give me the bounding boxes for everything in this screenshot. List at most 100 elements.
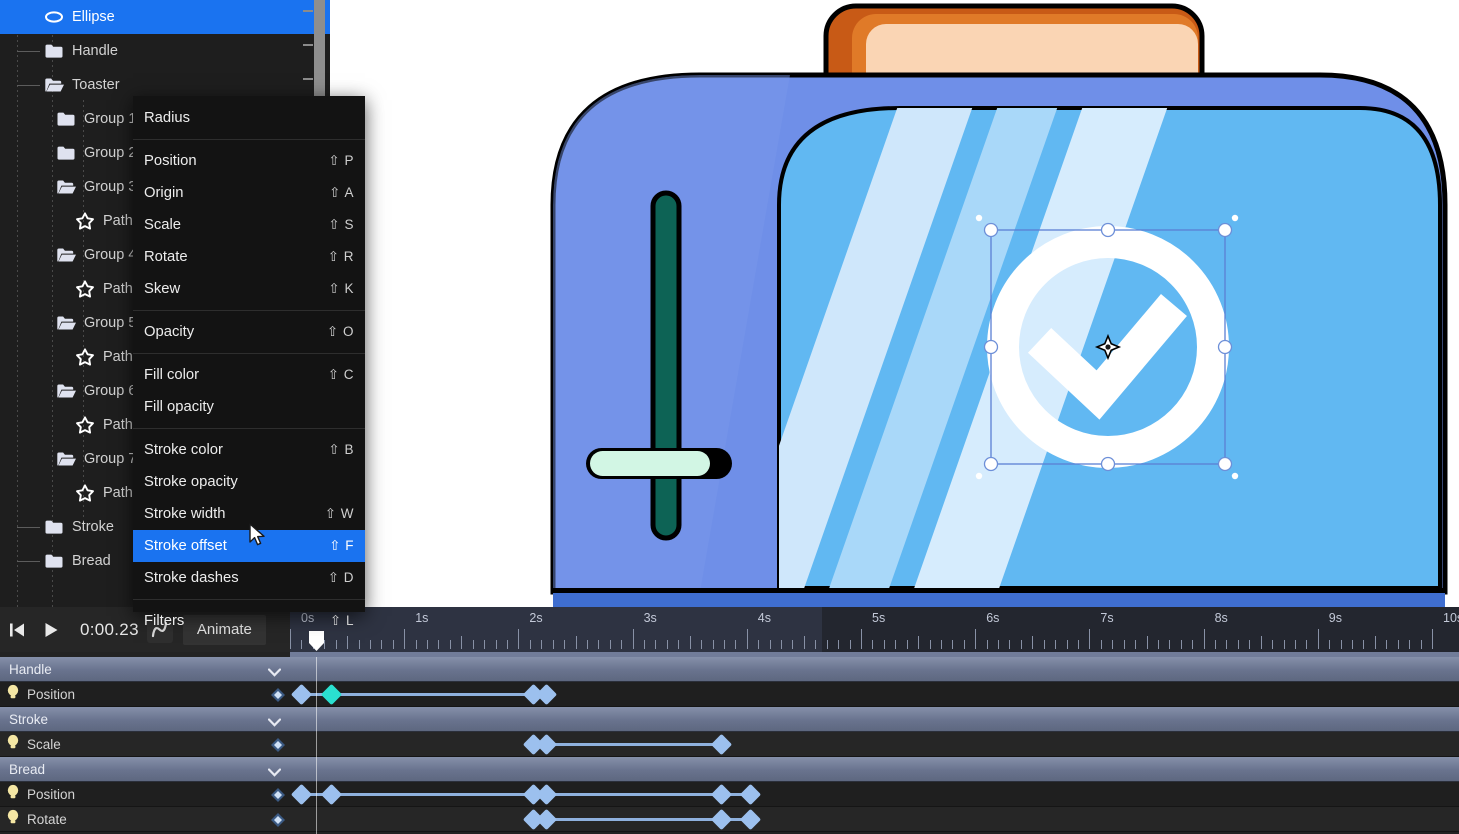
keyframe-lane[interactable] <box>290 807 1459 832</box>
tree-connector <box>17 51 40 52</box>
ruler-tick <box>1294 640 1296 649</box>
keyframe-marker[interactable] <box>290 783 313 806</box>
menu-item-stroke-dashes[interactable]: Stroke dashes ⇧ D <box>133 562 365 594</box>
keyframe-lane[interactable] <box>290 782 1459 807</box>
menu-item-skew[interactable]: Skew ⇧ K <box>133 273 365 305</box>
ruler-label: 3s <box>643 611 657 625</box>
keyframe-marker[interactable] <box>290 683 313 706</box>
ruler-tick <box>1123 640 1125 649</box>
keyframe-marker[interactable] <box>320 683 342 706</box>
track-property-row[interactable]: Rotate <box>0 807 1459 832</box>
ruler-tick <box>1329 640 1331 649</box>
track-group-label: Bread <box>9 761 46 777</box>
ruler-tick <box>986 640 988 649</box>
menu-item-opacity[interactable]: Opacity ⇧ O <box>133 316 365 348</box>
layer-label: Stroke <box>72 519 114 535</box>
ruler-tick <box>1020 640 1022 649</box>
play-button[interactable] <box>34 613 68 647</box>
go-to-start-button[interactable] <box>0 613 34 647</box>
ruler-tick <box>609 640 611 649</box>
track-property-row[interactable]: Position <box>0 682 1459 707</box>
track-group-bread[interactable]: Bread <box>0 757 1459 782</box>
keyframe-marker[interactable] <box>536 808 558 831</box>
timeline-panel[interactable]: 0:00.23 Animate 0s1s2s3s4s5s6s7s8s9s10s … <box>0 607 1459 834</box>
timeline-ruler[interactable]: 0s1s2s3s4s5s6s7s8s9s10s <box>290 607 1459 652</box>
menu-item-stroke-opacity[interactable]: Stroke opacity <box>133 466 365 498</box>
menu-item-label: Rotate <box>144 249 188 265</box>
ruler-label: 7s <box>1100 611 1114 625</box>
folder-open-icon <box>55 448 77 470</box>
lightbulb-icon[interactable] <box>6 784 20 805</box>
timecode-display[interactable]: 0:00.23 <box>80 620 139 640</box>
keyframe-lane[interactable] <box>290 732 1459 757</box>
add-keyframe-button[interactable] <box>270 787 286 808</box>
keyframe-marker[interactable] <box>536 783 558 806</box>
keyframe-marker[interactable] <box>536 683 558 706</box>
keyframe-marker[interactable] <box>739 783 761 806</box>
add-keyframe-button[interactable] <box>270 737 286 758</box>
track-group-stroke[interactable]: Stroke <box>0 707 1459 732</box>
lightbulb-icon[interactable] <box>6 809 20 830</box>
menu-item-scale[interactable]: Scale ⇧ S <box>133 209 365 241</box>
menu-item-fill-color[interactable]: Fill color ⇧ C <box>133 359 365 391</box>
ruler-tick <box>712 640 714 649</box>
track-property-label: Position <box>27 786 76 802</box>
keyframe-segment[interactable] <box>533 743 722 746</box>
timeline-tracks[interactable]: Handle Position Stroke Scale Bread Position Ro… <box>0 657 1459 834</box>
track-group-handle[interactable]: Handle <box>0 657 1459 682</box>
menu-item-rotate[interactable]: Rotate ⇧ R <box>133 241 365 273</box>
menu-item-stroke-color[interactable]: Stroke color ⇧ B <box>133 434 365 466</box>
ruler-label: 6s <box>986 611 1000 625</box>
menu-item-origin[interactable]: Origin ⇧ A <box>133 177 365 209</box>
keyframe-marker[interactable] <box>711 733 733 756</box>
add-keyframe-button[interactable] <box>270 687 286 708</box>
ruler-label: 10s <box>1443 611 1459 625</box>
layer-row-handle[interactable]: Handle <box>0 34 330 68</box>
ruler-stub <box>303 44 313 46</box>
ruler-label: 9s <box>1328 611 1342 625</box>
layer-label: Ellipse <box>72 9 115 25</box>
ruler-tick <box>929 640 931 649</box>
chevron-down-icon[interactable] <box>267 714 282 732</box>
ruler-tick <box>1397 640 1399 649</box>
lightbulb-icon[interactable] <box>6 684 20 705</box>
menu-item-fill-opacity[interactable]: Fill opacity <box>133 391 365 423</box>
add-keyframe-button[interactable] <box>270 812 286 833</box>
ruler-tick <box>438 640 440 649</box>
lightbulb-icon[interactable] <box>6 734 20 755</box>
keyframe-marker[interactable] <box>711 808 733 831</box>
track-property-row[interactable]: Scale <box>0 732 1459 757</box>
ruler-tick <box>998 640 1000 649</box>
folder-closed-icon <box>43 40 65 62</box>
track-property-row[interactable]: Position <box>0 782 1459 807</box>
menu-item-shortcut: ⇧ P <box>328 153 354 168</box>
ruler-tick <box>1237 640 1239 649</box>
menu-item-label: Fill opacity <box>144 399 214 415</box>
ruler-tick <box>701 640 703 649</box>
menu-item-radius[interactable]: Radius <box>133 102 365 134</box>
keyframe-marker[interactable] <box>711 783 733 806</box>
ruler-tick <box>1032 636 1034 649</box>
ruler-tick <box>1226 640 1228 649</box>
layer-label: Group 7 <box>84 451 137 467</box>
ruler-tick <box>723 640 725 649</box>
layer-row-ellipse[interactable]: Ellipse <box>0 0 330 34</box>
keyframe-marker[interactable] <box>536 733 558 756</box>
playhead-line <box>316 657 318 834</box>
keyframe-marker[interactable] <box>739 808 761 831</box>
chevron-down-icon[interactable] <box>267 764 282 782</box>
keyframe-lane[interactable] <box>290 682 1459 707</box>
ruler-label: 2s <box>529 611 543 625</box>
ruler-label: 8s <box>1214 611 1228 625</box>
menu-item-label: Stroke color <box>144 442 223 458</box>
ruler-tick <box>392 640 394 649</box>
folder-closed-icon <box>55 108 77 130</box>
keyframe-marker[interactable] <box>320 783 342 806</box>
ruler-tick <box>1089 629 1091 649</box>
ruler-tick <box>552 640 554 649</box>
ruler-tick <box>506 640 508 649</box>
chevron-down-icon[interactable] <box>267 664 282 682</box>
menu-item-position[interactable]: Position ⇧ P <box>133 145 365 177</box>
menu-item-filters[interactable]: Filters ⇧ L <box>133 605 365 637</box>
folder-closed-icon <box>55 142 77 164</box>
